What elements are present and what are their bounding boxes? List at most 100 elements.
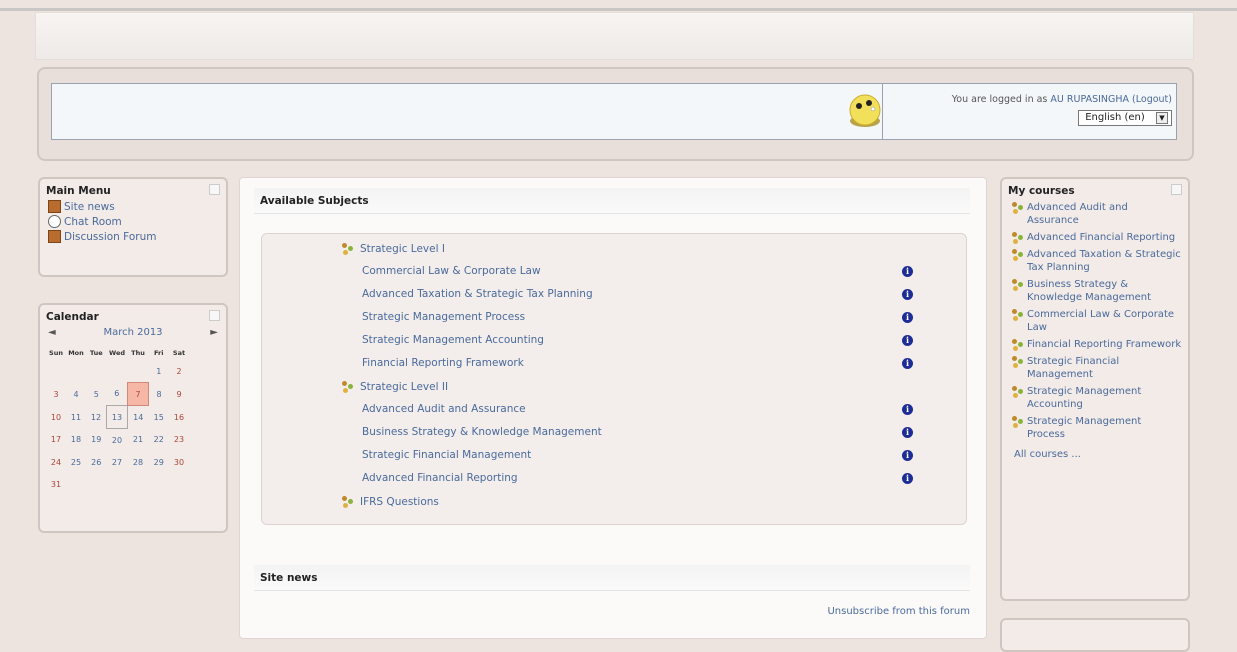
calendar-day[interactable]: 15	[149, 406, 170, 429]
calendar-grid: Sun Mon Tue Wed Thu Fri Sat 1 2 3 4 5 6 7 8 9 10 11 12 13 1…	[46, 346, 189, 495]
subject-category[interactable]: Strategic Level I	[342, 242, 445, 255]
site-news-heading: Site news	[254, 565, 970, 591]
calendar-month[interactable]: March 2013	[103, 327, 162, 338]
menu-item-chat-room[interactable]: Chat Room	[40, 214, 226, 229]
subject-link[interactable]: Financial Reporting Framework	[362, 357, 524, 369]
course-label: Advanced Financial Reporting	[1027, 232, 1176, 243]
prev-month-icon[interactable]: ◄	[48, 327, 56, 338]
calendar-day[interactable]: 11	[66, 406, 86, 429]
calendar-day	[86, 473, 107, 495]
calendar-day[interactable]: 3	[46, 383, 66, 406]
course-item[interactable]: Financial Reporting Framework	[1002, 336, 1188, 353]
calendar-day[interactable]: 23	[169, 429, 189, 452]
calendar-week-row: 24 25 26 27 28 29 30	[46, 451, 189, 473]
subject-category[interactable]: IFRS Questions	[342, 495, 439, 508]
info-icon[interactable]: i	[902, 312, 913, 323]
calendar-day[interactable]: 19	[86, 429, 107, 452]
calendar-day	[149, 473, 170, 495]
calendar-day[interactable]: 2	[169, 360, 189, 383]
calendar-day[interactable]: 20	[107, 429, 128, 452]
calendar-day[interactable]: 13	[106, 405, 128, 429]
calendar-day[interactable]: 10	[46, 406, 66, 429]
calendar-day[interactable]: 16	[169, 406, 189, 429]
subject-link[interactable]: Advanced Taxation & Strategic Tax Planni…	[362, 288, 593, 300]
all-courses-link[interactable]: All courses ...	[1014, 449, 1081, 460]
info-icon[interactable]: i	[902, 335, 913, 346]
calendar-day[interactable]: 25	[66, 451, 86, 473]
menu-item-discussion-forum[interactable]: Discussion Forum	[40, 229, 226, 244]
calendar-day[interactable]: 22	[149, 429, 170, 452]
course-item[interactable]: Commercial Law & Corporate Law	[1002, 306, 1188, 336]
next-month-icon[interactable]: ►	[210, 327, 218, 338]
subject-link[interactable]: Strategic Management Accounting	[362, 334, 544, 346]
course-item[interactable]: Strategic Management Accounting	[1002, 383, 1188, 413]
calendar-week-row: 17 18 19 20 21 22 23	[46, 429, 189, 452]
calendar-week-row: 31	[46, 473, 189, 495]
calendar-day[interactable]: 31	[46, 473, 66, 495]
hide-block-icon[interactable]	[209, 310, 220, 321]
logout-link[interactable]: (Logout)	[1132, 94, 1172, 105]
language-select[interactable]: English (en) ▼	[1078, 110, 1172, 126]
menu-item-site-news[interactable]: Site news	[40, 199, 226, 214]
unsubscribe-link[interactable]: Unsubscribe from this forum	[827, 606, 970, 617]
course-icon	[1012, 232, 1024, 244]
subject-link[interactable]: Business Strategy & Knowledge Management	[362, 426, 602, 438]
calendar-day	[66, 473, 86, 495]
calendar-day[interactable]: 4	[66, 383, 86, 406]
calendar-day[interactable]: 7	[127, 382, 149, 406]
hide-block-icon[interactable]	[209, 184, 220, 195]
user-name-link[interactable]: AU RUPASINGHA	[1050, 94, 1129, 105]
course-label: Advanced Taxation & Strategic Tax Planni…	[1027, 249, 1181, 273]
calendar-day[interactable]: 12	[86, 406, 107, 429]
calendar-day[interactable]: 28	[128, 451, 149, 473]
category-label: Strategic Level II	[360, 380, 449, 393]
subject-link[interactable]: Strategic Financial Management	[362, 449, 531, 461]
dropdown-arrow-icon: ▼	[1156, 112, 1168, 124]
calendar-day[interactable]: 26	[86, 451, 107, 473]
calendar-day	[169, 473, 189, 495]
course-item[interactable]: Advanced Financial Reporting	[1002, 229, 1188, 246]
hide-block-icon[interactable]	[1171, 184, 1182, 195]
category-icon	[342, 496, 354, 508]
calendar-day[interactable]: 29	[149, 451, 170, 473]
calendar-week-row: 3456789	[46, 382, 189, 406]
course-item[interactable]: Advanced Taxation & Strategic Tax Planni…	[1002, 246, 1188, 276]
course-label: Advanced Audit and Assurance	[1027, 202, 1128, 226]
calendar-day[interactable]: 6	[107, 383, 128, 406]
calendar-day[interactable]: 1	[149, 360, 170, 383]
info-icon[interactable]: i	[902, 404, 913, 415]
info-icon[interactable]: i	[902, 358, 913, 369]
calendar-day[interactable]: 9	[169, 383, 189, 406]
calendar-day[interactable]: 27	[107, 451, 128, 473]
calendar-day[interactable]: 5	[86, 383, 107, 406]
calendar-weekday-row: Sun Mon Tue Wed Thu Fri Sat	[46, 346, 189, 360]
calendar-day[interactable]: 24	[46, 451, 66, 473]
weekday-label: Sun	[49, 349, 63, 357]
calendar-week-row: 12	[46, 360, 189, 383]
info-icon[interactable]: i	[902, 450, 913, 461]
subject-link[interactable]: Advanced Financial Reporting	[362, 472, 518, 484]
calendar-day[interactable]: 17	[46, 429, 66, 452]
info-icon[interactable]: i	[902, 289, 913, 300]
category-icon	[342, 243, 354, 255]
calendar-day[interactable]: 14	[128, 406, 149, 429]
course-item[interactable]: Strategic Management Process	[1002, 413, 1188, 443]
weekday-label: Fri	[154, 349, 164, 357]
subject-link[interactable]: Advanced Audit and Assurance	[362, 403, 526, 415]
course-item[interactable]: Advanced Audit and Assurance	[1002, 199, 1188, 229]
calendar-day[interactable]: 21	[128, 429, 149, 452]
info-icon[interactable]: i	[902, 266, 913, 277]
news-icon	[48, 200, 61, 213]
course-item[interactable]: Strategic Financial Management	[1002, 353, 1188, 383]
subject-link[interactable]: Commercial Law & Corporate Law	[362, 265, 541, 277]
info-icon[interactable]: i	[902, 473, 913, 484]
info-icon[interactable]: i	[902, 427, 913, 438]
calendar-day[interactable]: 8	[149, 383, 170, 406]
course-icon	[1012, 356, 1024, 368]
calendar-day[interactable]: 30	[169, 451, 189, 473]
course-item[interactable]: Business Strategy & Knowledge Management	[1002, 276, 1188, 306]
calendar-day[interactable]: 18	[66, 429, 86, 452]
header-inner: You are logged in as AU RUPASINGHA (Logo…	[51, 83, 1177, 140]
subject-category[interactable]: Strategic Level II	[342, 380, 448, 393]
subject-link[interactable]: Strategic Management Process	[362, 311, 525, 323]
